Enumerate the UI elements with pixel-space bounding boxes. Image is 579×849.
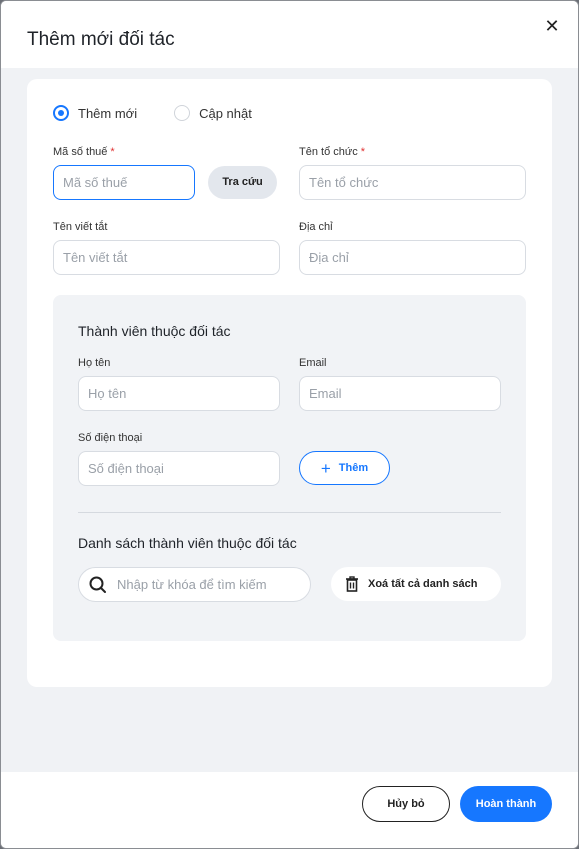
add-member-button[interactable]: + Thêm	[299, 451, 390, 485]
search-icon	[89, 576, 107, 594]
radio-add-new-button[interactable]	[53, 105, 69, 121]
tax-code-input[interactable]: Mã số thuế	[53, 165, 195, 200]
address-label: Địa chỉ	[299, 221, 333, 233]
org-name-label: Tên tổ chức *	[299, 146, 365, 158]
org-name-label-text: Tên tổ chức	[299, 146, 358, 158]
required-mark: *	[110, 146, 115, 158]
done-button[interactable]: Hoàn thành	[460, 786, 552, 822]
email-input[interactable]: Email	[299, 376, 501, 411]
member-search-input[interactable]: Nhập từ khóa để tìm kiếm	[78, 567, 311, 602]
full-name-input[interactable]: Họ tên	[78, 376, 280, 411]
members-section: Thành viên thuộc đối tác Họ tên Họ tên E…	[53, 295, 526, 641]
short-name-label: Tên viết tắt	[53, 221, 108, 233]
add-partner-modal: Thêm mới đối tác ✕ Thêm mới Cập nhật Mã …	[0, 0, 579, 849]
section-divider	[78, 512, 501, 513]
short-name-input[interactable]: Tên viết tắt	[53, 240, 280, 275]
plus-icon: +	[320, 458, 331, 478]
cancel-button[interactable]: Hủy bỏ	[362, 786, 450, 822]
search-placeholder: Nhập từ khóa để tìm kiếm	[117, 577, 267, 592]
partner-form-card: Thêm mới Cập nhật Mã số thuế * Mã số thuế…	[27, 79, 552, 687]
required-mark: *	[360, 146, 366, 158]
clear-all-label: Xoá tất cả danh sách	[368, 578, 478, 590]
radio-update-button[interactable]	[174, 105, 191, 121]
members-section-title: Thành viên thuộc đối tác	[78, 323, 231, 339]
trash-icon	[345, 576, 359, 592]
mode-radio-group: Thêm mới Cập nhật	[53, 105, 252, 121]
modal-footer: Hủy bỏ Hoàn thành	[1, 772, 578, 848]
radio-add-new[interactable]: Thêm mới	[53, 105, 137, 121]
radio-add-new-label: Thêm mới	[78, 105, 138, 121]
lookup-button[interactable]: Tra cứu	[208, 166, 277, 199]
email-label: Email	[299, 357, 327, 369]
org-name-input[interactable]: Tên tổ chức	[299, 165, 526, 200]
modal-title: Thêm mới đối tác	[27, 29, 175, 50]
modal-header: Thêm mới đối tác ✕	[1, 1, 578, 68]
radio-update-label: Cập nhật	[199, 105, 252, 121]
address-input[interactable]: Địa chỉ	[299, 240, 526, 275]
radio-update[interactable]: Cập nhật	[174, 105, 252, 121]
phone-input[interactable]: Số điện thoại	[78, 451, 280, 486]
tax-code-label: Mã số thuế *	[53, 146, 115, 158]
tax-code-label-text: Mã số thuế	[53, 146, 108, 158]
full-name-label: Họ tên	[78, 357, 111, 369]
phone-label: Số điện thoại	[78, 432, 143, 444]
close-icon[interactable]: ✕	[541, 15, 563, 37]
member-list-title: Danh sách thành viên thuộc đối tác	[78, 535, 297, 551]
add-member-label: Thêm	[338, 462, 369, 474]
clear-all-button[interactable]: Xoá tất cả danh sách	[331, 567, 501, 601]
